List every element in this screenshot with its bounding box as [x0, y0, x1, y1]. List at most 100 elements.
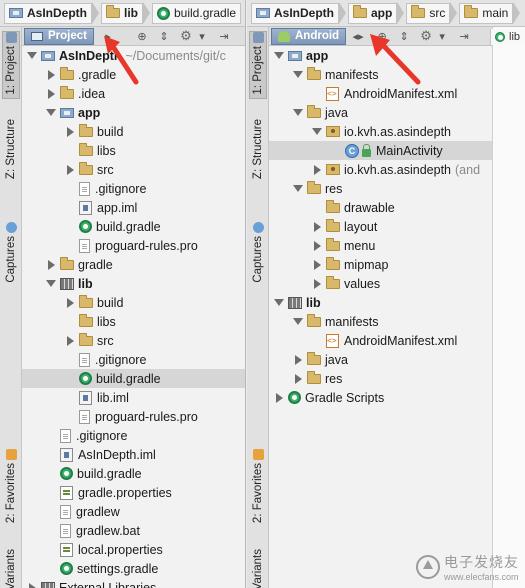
tree-row[interactable]: Gradle Scripts [269, 388, 492, 407]
tree-row[interactable]: lib [22, 274, 245, 293]
expanded-arrow-icon[interactable] [311, 126, 323, 138]
breadcrumb-module[interactable]: lib [101, 2, 143, 24]
expanded-arrow-icon[interactable] [292, 69, 304, 81]
tree-row[interactable]: app [22, 103, 245, 122]
tree-row[interactable]: proguard-rules.pro [22, 407, 245, 426]
view-dropdown-arrow-icon[interactable]: ▸ [100, 28, 116, 44]
side-tab-structure[interactable]: Z: Structure [2, 119, 20, 209]
collapsed-arrow-icon[interactable] [64, 126, 76, 138]
tree-row[interactable]: manifests [269, 65, 492, 84]
collapsed-arrow-icon[interactable] [45, 88, 57, 100]
tree-row[interactable]: libs [22, 312, 245, 331]
collapsed-arrow-icon[interactable] [292, 373, 304, 385]
tree-row[interactable]: .gitignore [22, 350, 245, 369]
tree-row[interactable]: build [22, 122, 245, 141]
hide-panel-icon[interactable]: ⇥ [456, 28, 472, 44]
tree-row[interactable]: layout [269, 217, 492, 236]
tree-row[interactable]: java [269, 350, 492, 369]
collapse-all-icon[interactable]: ⇕ [396, 28, 412, 44]
gear-icon[interactable]: ⚙ [418, 28, 434, 44]
breadcrumb-src[interactable]: src [406, 2, 451, 24]
tree-row[interactable]: build [22, 293, 245, 312]
collapsed-arrow-icon[interactable] [64, 164, 76, 176]
collapsed-arrow-icon[interactable] [292, 354, 304, 366]
tree-row[interactable]: proguard-rules.pro [22, 236, 245, 255]
expanded-arrow-icon[interactable] [45, 278, 57, 290]
locate-file-icon[interactable]: ⊕ [134, 28, 150, 44]
tree-row[interactable]: java [269, 103, 492, 122]
chevron-down-icon[interactable]: ▾ [194, 28, 210, 44]
collapsed-arrow-icon[interactable] [26, 582, 38, 588]
expanded-arrow-icon[interactable] [292, 316, 304, 328]
side-tab-project[interactable]: 1: Project [2, 31, 20, 99]
collapse-all-icon[interactable]: ⇕ [156, 28, 172, 44]
tree-row[interactable]: manifests [269, 312, 492, 331]
tree-row[interactable]: C MainActivity [269, 141, 492, 160]
side-tab-captures[interactable]: Captures [249, 222, 267, 288]
breadcrumb-main[interactable]: main [459, 2, 514, 24]
collapsed-arrow-icon[interactable] [311, 240, 323, 252]
collapsed-arrow-icon[interactable] [64, 335, 76, 347]
tree-row[interactable]: External Libraries [22, 578, 245, 588]
side-tab-variants[interactable]: Variants [2, 549, 20, 588]
breadcrumb-root[interactable]: AsInDepth [4, 2, 92, 24]
tree-row[interactable]: lib [269, 293, 492, 312]
tree-row[interactable]: AndroidManifest.xml [269, 84, 492, 103]
expanded-arrow-icon[interactable] [45, 107, 57, 119]
tree-row[interactable]: AndroidManifest.xml [269, 331, 492, 350]
tree-row[interactable]: values [269, 274, 492, 293]
tree-row[interactable]: .idea [22, 84, 245, 103]
tree-row[interactable]: app.iml [22, 198, 245, 217]
gear-icon[interactable]: ⚙ [178, 28, 194, 44]
expanded-arrow-icon[interactable] [292, 183, 304, 195]
tree-row[interactable]: libs [22, 141, 245, 160]
view-dropdown-arrow-icon[interactable]: ◂▸ [350, 28, 366, 44]
locate-file-icon[interactable]: ⊕ [374, 28, 390, 44]
editor-tab[interactable]: lib [490, 29, 525, 45]
tree-row[interactable]: .gradle [22, 65, 245, 84]
hide-panel-icon[interactable]: ⇥ [216, 28, 232, 44]
expanded-arrow-icon[interactable] [273, 50, 285, 62]
tree-row[interactable]: gradlew [22, 502, 245, 521]
tree-row[interactable]: .gitignore [22, 426, 245, 445]
side-tab-structure[interactable]: Z: Structure [249, 119, 267, 209]
side-tab-favorites[interactable]: 2: Favorites [2, 449, 20, 537]
tree-row[interactable]: .gitignore [22, 179, 245, 198]
tree-row[interactable]: build.gradle [22, 369, 245, 388]
tree-row[interactable]: build.gradle [22, 217, 245, 236]
tree-row[interactable]: res [269, 369, 492, 388]
tree-row[interactable]: io.kvh.as.asindepth (and [269, 160, 492, 179]
tree-row[interactable]: mipmap [269, 255, 492, 274]
expanded-arrow-icon[interactable] [26, 50, 38, 62]
collapsed-arrow-icon[interactable] [64, 297, 76, 309]
tree-row[interactable]: settings.gradle [22, 559, 245, 578]
tree-row[interactable]: lib.iml [22, 388, 245, 407]
collapsed-arrow-icon[interactable] [311, 259, 323, 271]
tree-row[interactable]: gradle.properties [22, 483, 245, 502]
tree-row[interactable]: menu [269, 236, 492, 255]
tree-row[interactable]: AsInDepth.iml [22, 445, 245, 464]
tree-row[interactable]: res [269, 179, 492, 198]
tree-row[interactable]: gradle [22, 255, 245, 274]
side-tab-project[interactable]: 1: Project [249, 31, 267, 99]
collapsed-arrow-icon[interactable] [45, 69, 57, 81]
breadcrumb-file[interactable]: build.gradle [152, 2, 242, 24]
tree-row[interactable]: drawable [269, 198, 492, 217]
chevron-down-icon[interactable]: ▾ [434, 28, 450, 44]
side-tab-captures[interactable]: Captures [2, 222, 20, 288]
tree-row[interactable]: build.gradle [22, 464, 245, 483]
tree-row[interactable]: gradlew.bat [22, 521, 245, 540]
tree-row[interactable]: src [22, 331, 245, 350]
tree-row[interactable]: local.properties [22, 540, 245, 559]
collapsed-arrow-icon[interactable] [311, 221, 323, 233]
expanded-arrow-icon[interactable] [273, 297, 285, 309]
breadcrumb-module[interactable]: app [348, 2, 398, 24]
side-tab-favorites[interactable]: 2: Favorites [249, 449, 267, 537]
tree-row[interactable]: src [22, 160, 245, 179]
tree-row[interactable]: app [269, 46, 492, 65]
collapsed-arrow-icon[interactable] [311, 164, 323, 176]
view-selector-button[interactable]: Android [271, 27, 347, 45]
expanded-arrow-icon[interactable] [292, 107, 304, 119]
view-selector-button[interactable]: Project [24, 27, 94, 45]
collapsed-arrow-icon[interactable] [45, 259, 57, 271]
